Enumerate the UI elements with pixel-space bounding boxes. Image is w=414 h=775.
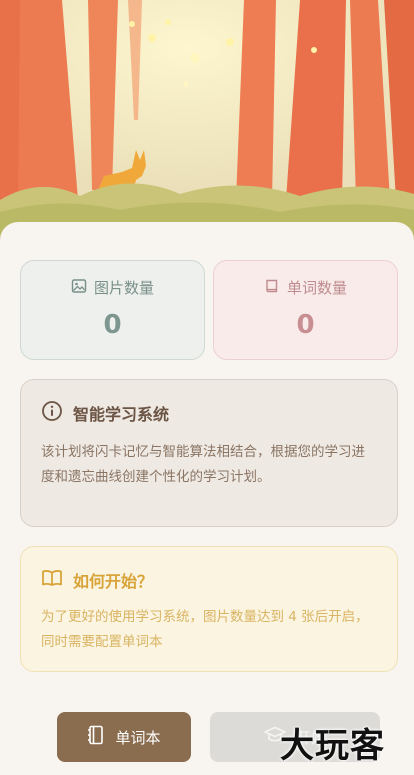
how-to-start-title: 如何开始？ bbox=[73, 572, 154, 591]
image-count-card: 图片数量 0 bbox=[20, 260, 205, 360]
hero-illustration bbox=[0, 0, 414, 240]
image-count-value: 0 bbox=[103, 310, 122, 340]
smart-system-description: 该计划将闪卡记忆与智能算法相结合，根据您的学习进度和遗忘曲线创建个性化的学习计划… bbox=[41, 444, 365, 485]
how-to-start-card: 如何开始？ 为了更好的使用学习系统，图片数量达到 4 张后开启，同时需要配置单词… bbox=[20, 546, 398, 672]
watermark-logo: 大玩客 bbox=[280, 726, 385, 766]
smart-system-title: 智能学习系统 bbox=[73, 405, 170, 424]
smart-system-card: 智能学习系统 该计划将闪卡记忆与智能算法相结合，根据您的学习进度和遗忘曲线创建个… bbox=[20, 379, 398, 527]
word-count-value: 0 bbox=[296, 310, 315, 340]
book-icon bbox=[264, 278, 280, 298]
notebook-icon bbox=[87, 725, 105, 749]
info-icon bbox=[41, 400, 63, 426]
image-count-label: 图片数量 bbox=[93, 279, 154, 297]
vocabulary-button-label: 单词本 bbox=[115, 729, 161, 747]
open-book-icon bbox=[41, 567, 63, 593]
content-sheet: 图片数量 0 单词数量 0 智能学习系统 该计划将闪卡记忆与智能算法相结合，根据… bbox=[0, 222, 414, 775]
image-icon bbox=[71, 278, 87, 298]
how-to-start-description: 为了更好的使用学习系统，图片数量达到 4 张后开启，同时需要配置单词本 bbox=[41, 609, 369, 650]
word-count-card: 单词数量 0 bbox=[213, 260, 398, 360]
vocabulary-button[interactable]: 单词本 bbox=[57, 712, 191, 762]
word-count-label: 单词数量 bbox=[286, 279, 347, 297]
